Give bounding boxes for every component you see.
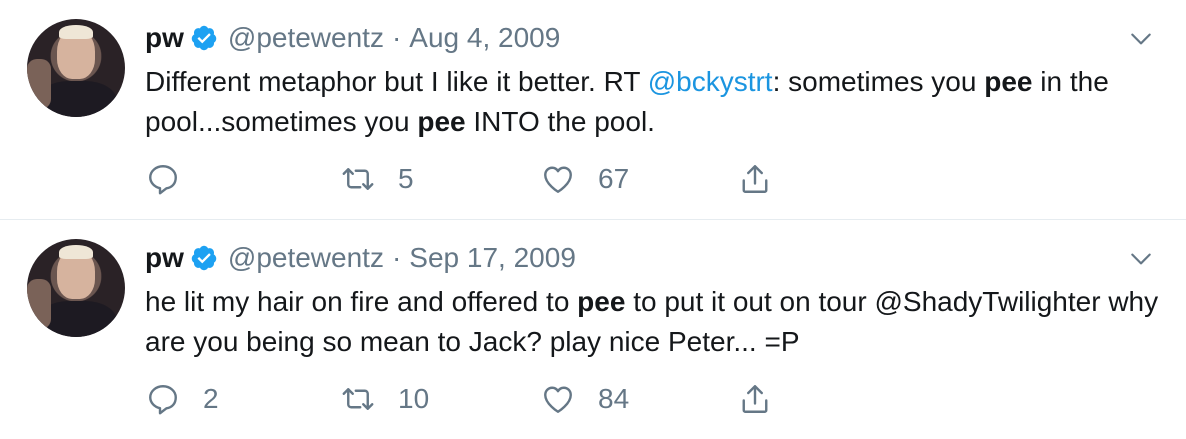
- reply-icon: [149, 385, 177, 415]
- tweet-text-segment: he lit my hair on fire and offered to: [145, 286, 578, 317]
- chevron-down-icon[interactable]: [1128, 246, 1154, 272]
- tweet-text-segment: Different metaphor but I like it better.…: [145, 66, 648, 97]
- tweet-header: pw @petewentz · Aug 4, 2009: [145, 20, 560, 56]
- separator-dot: ·: [391, 22, 402, 53]
- tweet-header: pw @petewentz · Sep 17, 2009: [145, 240, 576, 276]
- separator-dot: ·: [391, 242, 402, 273]
- share-icon: [742, 385, 768, 413]
- heart-icon: [544, 166, 572, 193]
- verified-badge-icon: [190, 244, 218, 272]
- handle[interactable]: @petewentz: [228, 240, 384, 276]
- like-count: 67: [598, 163, 630, 194]
- avatar-arm: [27, 279, 51, 329]
- like-count: 84: [598, 383, 630, 414]
- tweet[interactable]: pw @petewentz · Aug 4, 2009 Different me…: [0, 0, 1186, 220]
- tweet-text-segment: : sometimes you: [772, 66, 985, 97]
- tweet-date[interactable]: Aug 4, 2009: [409, 20, 560, 56]
- mention-link[interactable]: @bckystrt: [648, 66, 773, 97]
- tweet-text: Different metaphor but I like it better.…: [145, 62, 1175, 142]
- tweet[interactable]: pw @petewentz · Sep 17, 2009 he lit my h…: [0, 220, 1186, 439]
- retweet-button[interactable]: 5: [340, 158, 414, 200]
- retweet-icon: [342, 388, 374, 410]
- avatar[interactable]: [27, 19, 125, 117]
- highlight-term: pee: [984, 66, 1033, 97]
- retweet-button[interactable]: 10: [340, 378, 429, 420]
- avatar[interactable]: [27, 239, 125, 337]
- reply-button[interactable]: [145, 158, 203, 200]
- tweet-text-segment: INTO the pool.: [465, 106, 655, 137]
- highlight-term: pee: [417, 106, 466, 137]
- reply-icon: [149, 165, 177, 195]
- like-button[interactable]: 67: [540, 158, 629, 200]
- chevron-down-icon[interactable]: [1128, 26, 1154, 52]
- tweet-feed: pw @petewentz · Aug 4, 2009 Different me…: [0, 0, 1186, 439]
- highlight-term: pee: [577, 286, 626, 317]
- reply-button[interactable]: 2: [145, 378, 219, 420]
- tweet-actions: 2 10 84: [145, 378, 785, 420]
- tweet-text: he lit my hair on fire and offered to pe…: [145, 282, 1175, 362]
- reply-count: 2: [203, 383, 219, 414]
- avatar-arm: [27, 59, 51, 109]
- handle[interactable]: @petewentz: [228, 20, 384, 56]
- share-icon: [742, 165, 768, 193]
- display-name[interactable]: pw: [145, 240, 184, 276]
- avatar-hair: [59, 245, 93, 259]
- like-button[interactable]: 84: [540, 378, 629, 420]
- heart-icon: [544, 386, 572, 413]
- tweet-date[interactable]: Sep 17, 2009: [409, 240, 576, 276]
- verified-badge-icon: [190, 24, 218, 52]
- avatar-hair: [59, 25, 93, 39]
- tweet-actions: 5 67: [145, 158, 785, 200]
- display-name[interactable]: pw: [145, 20, 184, 56]
- share-button[interactable]: [737, 378, 773, 420]
- retweet-icon: [342, 168, 374, 190]
- retweet-count: 5: [398, 163, 414, 194]
- retweet-count: 10: [398, 383, 430, 414]
- share-button[interactable]: [737, 158, 773, 200]
